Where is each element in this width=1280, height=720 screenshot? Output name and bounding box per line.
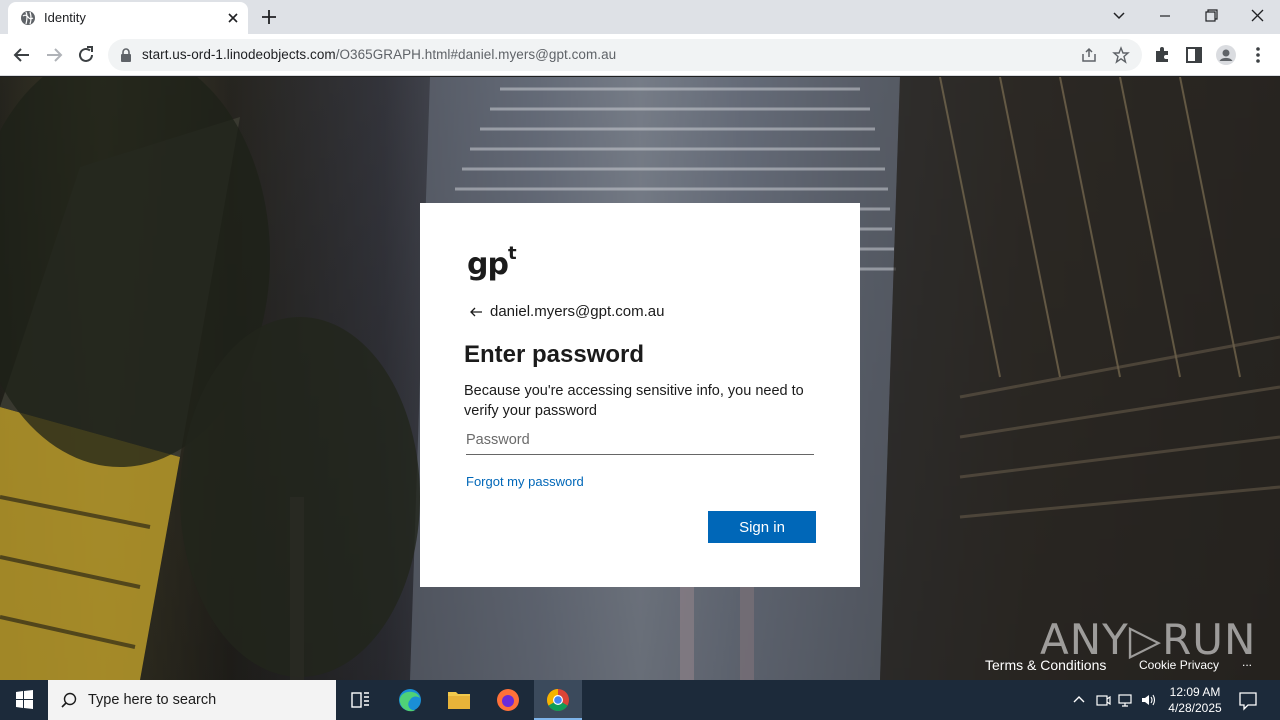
cookie-privacy-link[interactable]: Cookie Privacy [1139,658,1219,672]
meet-now-icon[interactable] [1094,690,1112,710]
forward-icon[interactable] [42,43,66,67]
page-title: Enter password [464,341,645,368]
browser-toolbar: start.us-ord-1.linodeobjects.com/O365GRA… [0,34,1280,76]
windows-start-icon[interactable] [0,680,48,720]
globe-icon [21,11,35,25]
show-hidden-icons-chevron-icon[interactable] [1070,690,1088,710]
firefox-icon[interactable] [484,680,532,720]
sign-in-card: gpt daniel.myers@gpt.com.au Enter passwo… [420,203,860,587]
volume-icon[interactable] [1140,690,1158,710]
minimize-icon[interactable] [1152,4,1178,28]
lock-icon[interactable] [120,48,132,62]
forgot-password-link[interactable]: Forgot my password [466,474,584,489]
password-input[interactable] [466,425,814,455]
url-path: /O365GRAPH.html#daniel.myers@gpt.com.au [335,47,617,62]
new-tab-icon[interactable] [258,6,280,28]
footer-more-link[interactable]: ... [1242,655,1252,669]
taskbar: Type here to search 12:09 AM 4/28/2025 [0,680,1280,720]
address-bar[interactable]: start.us-ord-1.linodeobjects.com/O365GRA… [108,39,1142,71]
description-text: Because you're accessing sensitive info,… [464,383,804,419]
tab-title: Identity [44,10,86,25]
company-logo: gpt [467,243,517,282]
terms-link[interactable]: Terms & Conditions [985,657,1106,673]
chrome-taskbar-button[interactable] [534,680,582,720]
tab-strip: Identity [0,0,1280,34]
url-text: start.us-ord-1.linodeobjects.com/O365GRA… [142,47,616,62]
url-host: start.us-ord-1.linodeobjects.com [142,47,336,62]
close-window-icon[interactable] [1244,4,1270,28]
back-arrow-icon[interactable] [468,304,484,320]
logo-sup-text: t [507,243,517,264]
task-view-icon[interactable] [336,680,384,720]
network-icon[interactable] [1117,690,1135,710]
extensions-icon[interactable] [1150,43,1174,67]
browser-tab[interactable]: Identity [8,2,248,34]
logo-main-text: gp [467,247,509,282]
side-panel-icon[interactable] [1182,43,1206,67]
profile-avatar-icon[interactable] [1214,43,1238,67]
clock-date: 4/28/2025 [1168,701,1222,715]
file-explorer-icon[interactable] [435,680,483,720]
bookmark-star-icon[interactable] [1112,46,1130,64]
page-viewport: gpt daniel.myers@gpt.com.au Enter passwo… [0,77,1280,680]
kebab-menu-icon[interactable] [1246,43,1270,67]
close-tab-icon[interactable] [224,9,242,27]
taskbar-search[interactable]: Type here to search [48,680,336,720]
search-placeholder: Type here to search [88,692,217,708]
system-clock[interactable]: 12:09 AM 4/28/2025 [1164,684,1226,716]
notifications-icon[interactable] [1236,688,1260,712]
user-identity: daniel.myers@gpt.com.au [490,303,665,320]
reload-icon[interactable] [74,43,98,67]
edge-icon[interactable] [386,680,434,720]
sign-in-button[interactable]: Sign in [708,511,816,543]
share-icon[interactable] [1080,46,1098,64]
back-icon[interactable] [10,43,34,67]
restore-icon[interactable] [1198,4,1224,28]
clock-time: 12:09 AM [1169,685,1221,699]
search-icon [61,692,77,708]
tab-search-icon[interactable] [1106,4,1132,28]
chrome-icon [547,689,569,711]
